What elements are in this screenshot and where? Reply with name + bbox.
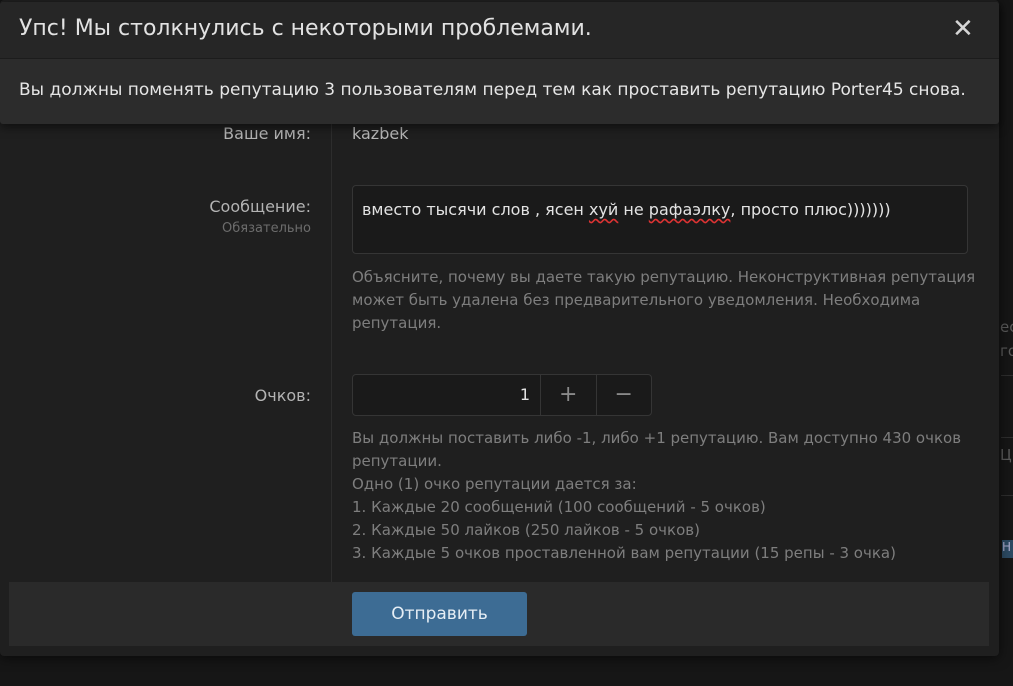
message-text: не	[618, 200, 649, 219]
decrement-button[interactable]: −	[595, 375, 652, 415]
error-title: Упс! Мы столкнулись с некоторыми проблем…	[19, 16, 592, 41]
message-hint: Объясните, почему вы даете такую репутац…	[352, 268, 976, 332]
background-badge: Н	[1002, 540, 1013, 558]
name-label: Ваше имя:	[223, 124, 311, 143]
background-text-fragment: го	[1000, 342, 1013, 360]
increment-button[interactable]: +	[540, 375, 596, 415]
dialog-footer: Отправить	[9, 582, 989, 646]
background-divider	[1001, 375, 1013, 376]
message-text: вместо тысячи слов , ясен	[362, 200, 589, 219]
misspelled-word: рафаэлку	[648, 200, 731, 219]
message-textarea[interactable]: вместо тысячи слов , ясен хуй не рафаэлк…	[352, 185, 968, 254]
message-text: , просто плюс)))))))	[730, 200, 891, 219]
background-text-fragment: Ци	[1000, 446, 1013, 464]
points-label: Очков:	[254, 386, 311, 405]
message-label: Сообщение:	[209, 197, 311, 216]
close-icon[interactable]: ✕	[952, 14, 974, 44]
points-hint-line: Вы должны поставить либо -1, либо +1 реп…	[352, 429, 962, 470]
background-divider	[1001, 437, 1013, 438]
message-required-label: Обязательно	[222, 221, 311, 236]
error-message: Вы должны поменять репутацию 3 пользоват…	[19, 80, 966, 100]
points-stepper: 1 + −	[352, 374, 652, 416]
background-text-fragment: ес	[1000, 318, 1013, 336]
error-overlay: Упс! Мы столкнулись с некоторыми проблем…	[0, 2, 999, 124]
misspelled-word: хуй	[588, 200, 619, 219]
submit-button[interactable]: Отправить	[352, 592, 527, 636]
points-hint: Вы должны поставить либо -1, либо +1 реп…	[352, 427, 982, 565]
points-input[interactable]: 1	[353, 375, 540, 415]
form-label-divider	[331, 124, 332, 582]
points-hint-line: 2. Каждые 50 лайков (250 лайков - 5 очко…	[352, 521, 700, 539]
points-hint-line: 3. Каждые 5 очков проставленной вам репу…	[352, 544, 896, 562]
name-value: kazbek	[352, 124, 409, 143]
error-header: Упс! Мы столкнулись с некоторыми проблем…	[0, 2, 999, 59]
points-hint-line: Одно (1) очко репутации дается за:	[352, 475, 637, 493]
background-divider	[1001, 495, 1013, 496]
points-hint-line: 1. Каждые 20 сообщений (100 сообщений - …	[352, 498, 766, 516]
